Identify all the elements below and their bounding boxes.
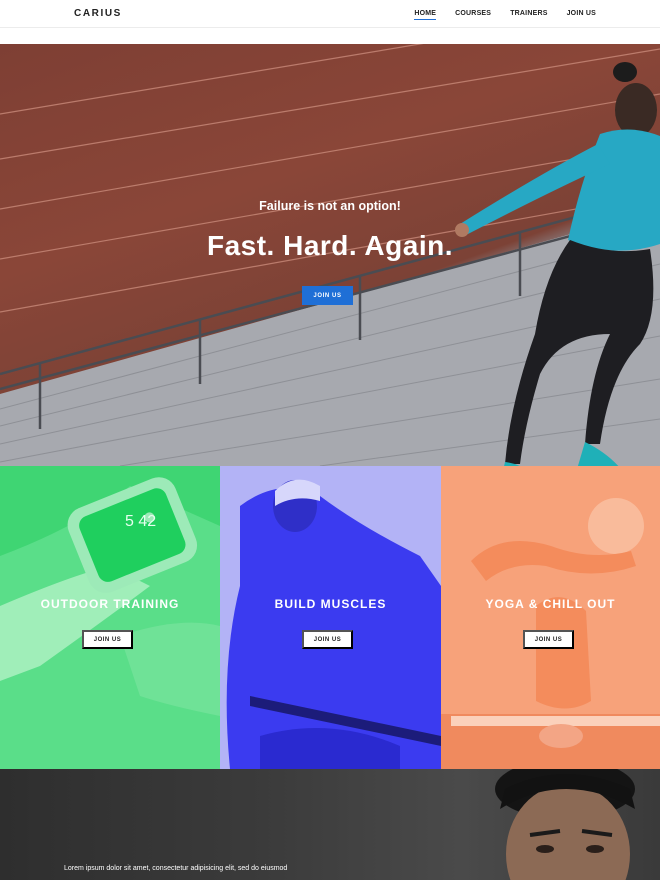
feature-title: YOGA & CHILL OUT xyxy=(485,597,616,611)
header-spacer xyxy=(0,28,660,44)
nav-courses[interactable]: COURSES xyxy=(455,10,491,20)
svg-text:5 42: 5 42 xyxy=(125,513,156,530)
outdoor-training-image: 5 42 xyxy=(0,477,220,769)
build-muscles-join-button[interactable]: JOIN US xyxy=(302,630,353,649)
feature-title: OUTDOOR TRAINING xyxy=(40,597,180,611)
feature-tile-outdoor-training: 5 42 OUTDOOR TRAINING JOIN US xyxy=(0,466,220,769)
hero-section: Failure is not an option! Fast. Hard. Ag… xyxy=(0,44,660,466)
hero-subtitle: Failure is not an option! xyxy=(259,199,401,213)
about-section: Lorem ipsum dolor sit amet, consectetur … xyxy=(0,769,660,880)
feature-tile-build-muscles: BUILD MUSCLES JOIN US xyxy=(220,466,441,769)
about-text: Lorem ipsum dolor sit amet, consectetur … xyxy=(64,865,288,872)
hero-title: Fast. Hard. Again. xyxy=(206,230,453,261)
site-header: CARIUS HOME COURSES TRAINERS JOIN US xyxy=(0,0,660,28)
main-nav: HOME COURSES TRAINERS JOIN US xyxy=(414,10,596,20)
yoga-image xyxy=(441,466,660,769)
feature-tile-yoga: YOGA & CHILL OUT JOIN US xyxy=(441,466,660,769)
site-logo[interactable]: CARIUS xyxy=(74,8,122,19)
nav-trainers[interactable]: TRAINERS xyxy=(510,10,547,20)
nav-join-us[interactable]: JOIN US xyxy=(567,10,596,20)
nav-home[interactable]: HOME xyxy=(414,10,437,20)
feature-title: BUILD MUSCLES xyxy=(274,597,387,611)
build-muscles-image xyxy=(220,466,441,769)
outdoor-training-join-button[interactable]: JOIN US xyxy=(82,630,133,649)
trainer-portrait-image xyxy=(495,769,635,880)
yoga-join-button[interactable]: JOIN US xyxy=(523,630,574,649)
hero-join-button[interactable]: JOIN US xyxy=(302,286,353,305)
